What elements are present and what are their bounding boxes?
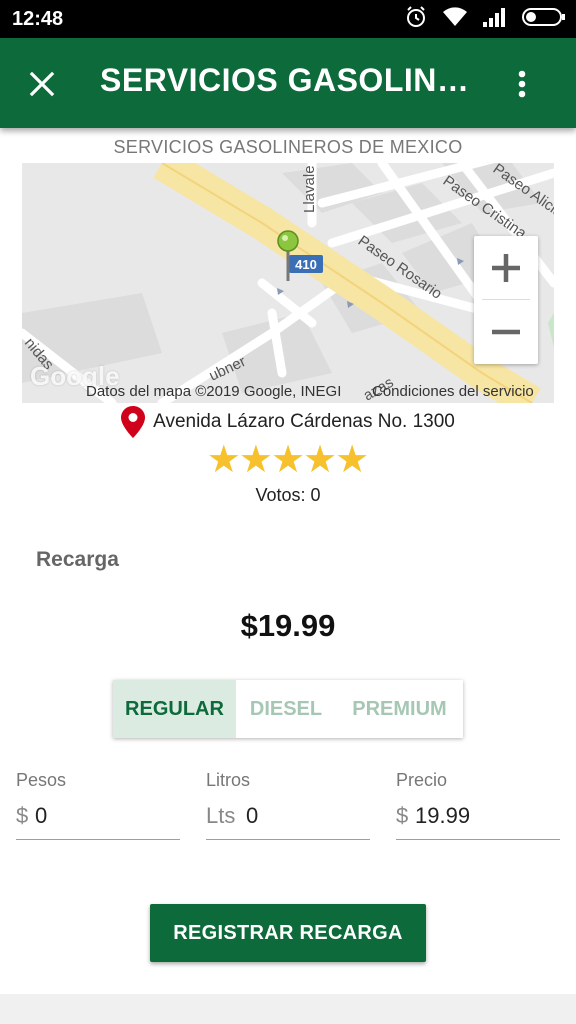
more-options-button[interactable] [506, 64, 538, 104]
precio-underline [396, 839, 560, 840]
precio-field[interactable]: Precio $ 19.99 [396, 770, 560, 842]
alarm-icon [404, 5, 428, 34]
station-address: Avenida Lázaro Cárdenas No. 1300 [0, 406, 576, 438]
precio-input[interactable]: 19.99 [415, 803, 470, 829]
map-data-attribution: Datos del mapa ©2019 Google, INEGI [86, 383, 342, 400]
bottom-bar [0, 994, 576, 1024]
litros-underline [206, 839, 370, 840]
route-shield-label: 410 [295, 257, 317, 272]
station-name: SERVICIOS GASOLINEROS DE MEXICO [113, 137, 463, 157]
status-time: 12:48 [12, 8, 64, 30]
status-bar: 12:48 [0, 0, 576, 38]
zoom-out-button[interactable] [474, 300, 538, 364]
litros-field[interactable]: Litros Lts 0 [206, 770, 370, 842]
location-pin-icon [121, 406, 146, 438]
pesos-prefix: $ [16, 803, 29, 828]
status-icons [404, 5, 566, 34]
star-icon[interactable]: ★ [271, 440, 305, 480]
close-button[interactable] [22, 64, 62, 104]
star-icon[interactable]: ★ [239, 440, 273, 480]
register-recharge-button[interactable]: REGISTRAR RECARGA [150, 904, 426, 962]
map-attribution: Datos del mapa ©2019 Google, INEGI Condi… [22, 382, 554, 403]
address-text: Avenida Lázaro Cárdenas No. 1300 [153, 411, 455, 432]
battery-icon [522, 6, 566, 33]
star-icon[interactable]: ★ [335, 440, 369, 480]
precio-label: Precio [396, 770, 448, 790]
pesos-input[interactable]: 0 [35, 803, 47, 829]
signal-icon [482, 6, 508, 33]
app-bar: SERVICIOS GASOLINEROS DE MEXICO [0, 38, 576, 128]
close-icon [29, 71, 55, 97]
litros-prefix: Lts [206, 803, 236, 828]
pesos-field[interactable]: Pesos $ 0 [16, 770, 180, 842]
minus-icon [492, 329, 520, 335]
street-label: Llavale [301, 165, 318, 213]
map-terms-link[interactable]: Condiciones del servicio [372, 383, 534, 400]
map-zoom-controls [474, 236, 538, 364]
litros-input[interactable]: 0 [246, 803, 258, 829]
zoom-in-button[interactable] [474, 236, 538, 300]
wifi-icon [442, 6, 468, 33]
star-icon[interactable]: ★ [207, 440, 241, 480]
star-icon[interactable]: ★ [303, 440, 337, 480]
pesos-underline [16, 839, 180, 840]
litros-label: Litros [206, 770, 251, 790]
pesos-label: Pesos [16, 770, 67, 790]
page-title: SERVICIOS GASOLINEROS DE MEXICO [100, 62, 480, 98]
fuel-price: $19.99 [240, 608, 336, 643]
precio-prefix: $ [396, 803, 409, 828]
rating-stars[interactable]: ★★★★★ [0, 440, 576, 480]
fuel-type-selector: REGULAR DIESEL PREMIUM [113, 680, 463, 738]
votes-count: Votos: 0 [255, 485, 321, 505]
tab-premium[interactable]: PREMIUM [336, 680, 463, 738]
tab-regular[interactable]: REGULAR [113, 680, 236, 738]
section-title: Recarga [36, 548, 119, 571]
tab-diesel[interactable]: DIESEL [236, 680, 336, 738]
plus-icon [492, 254, 520, 282]
more-vert-icon [518, 70, 526, 98]
